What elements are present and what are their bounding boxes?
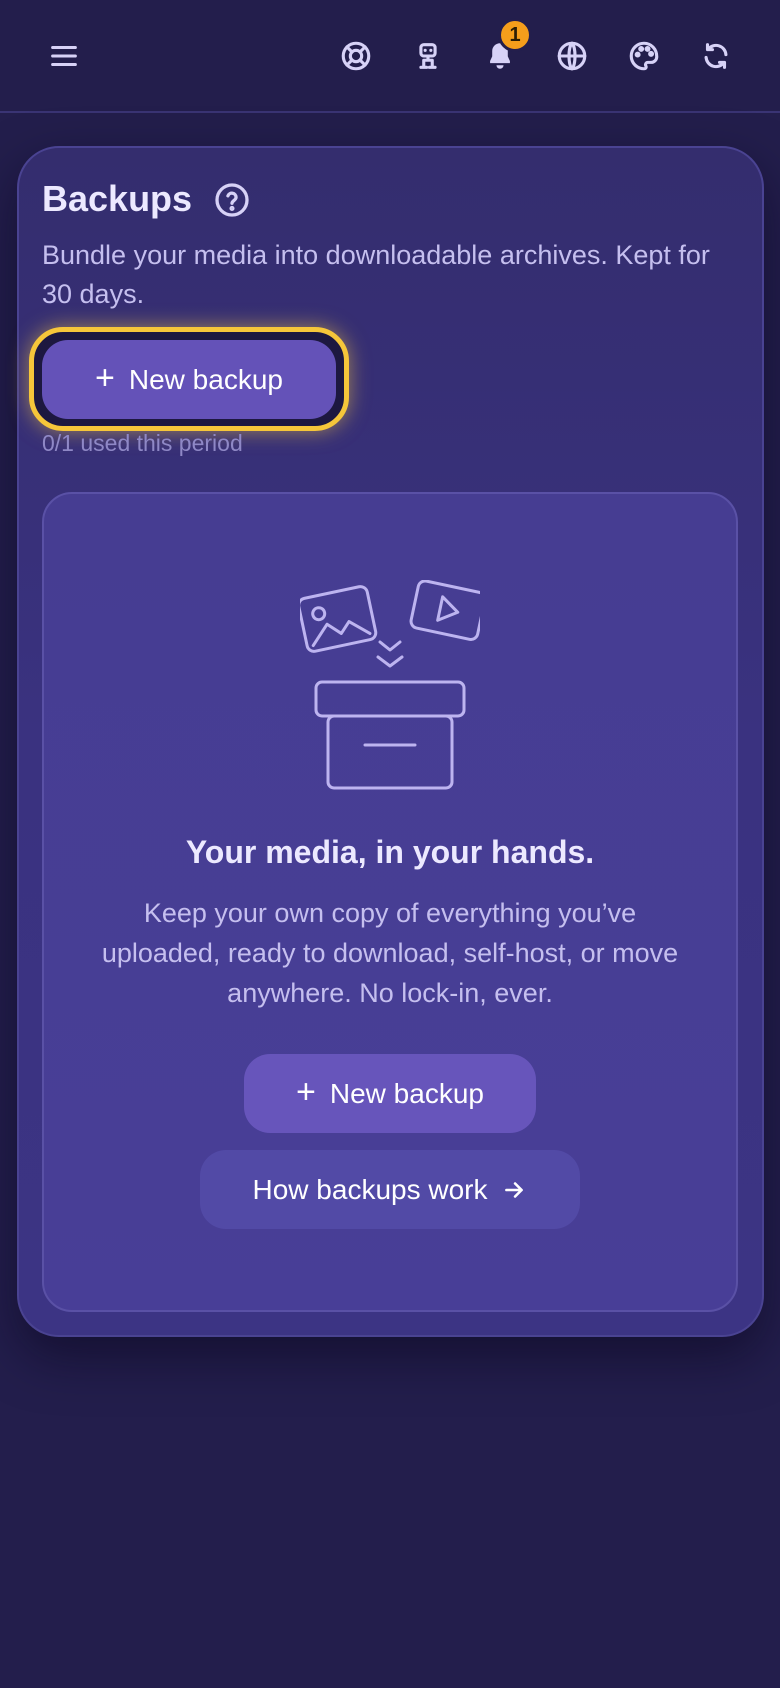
globe-icon[interactable] (544, 28, 600, 84)
refresh-icon[interactable] (688, 28, 744, 84)
usage-text: 0/1 used this period (42, 430, 243, 456)
plus-icon: + (296, 1073, 316, 1111)
plus-icon: + (95, 359, 115, 397)
empty-new-backup-label: New backup (329, 1077, 484, 1109)
empty-new-backup-button[interactable]: + New backup (244, 1054, 536, 1133)
notification-badge: 1 (498, 18, 532, 52)
support-icon[interactable] (328, 28, 384, 84)
menu-icon[interactable] (36, 28, 92, 84)
page-title: Backups (42, 178, 193, 219)
empty-state-description: Keep your own copy of everything you’ve … (101, 898, 679, 1008)
top-bar: 1 (0, 0, 780, 113)
how-backups-work-button[interactable]: How backups work (200, 1150, 580, 1229)
empty-state-title: Your media, in your hands. (185, 834, 595, 870)
page-subtitle: Bundle your media into downloadable arch… (42, 240, 710, 309)
new-backup-label: New backup (128, 363, 283, 395)
help-icon[interactable] (214, 182, 250, 218)
how-backups-work-label: How backups work (252, 1173, 488, 1205)
robot-icon[interactable] (400, 28, 456, 84)
palette-icon[interactable] (616, 28, 672, 84)
arrow-right-icon (501, 1177, 527, 1203)
archive-illustration-icon (297, 579, 487, 795)
bell-icon[interactable]: 1 (472, 18, 532, 84)
new-backup-button[interactable]: + New backup (42, 340, 336, 419)
